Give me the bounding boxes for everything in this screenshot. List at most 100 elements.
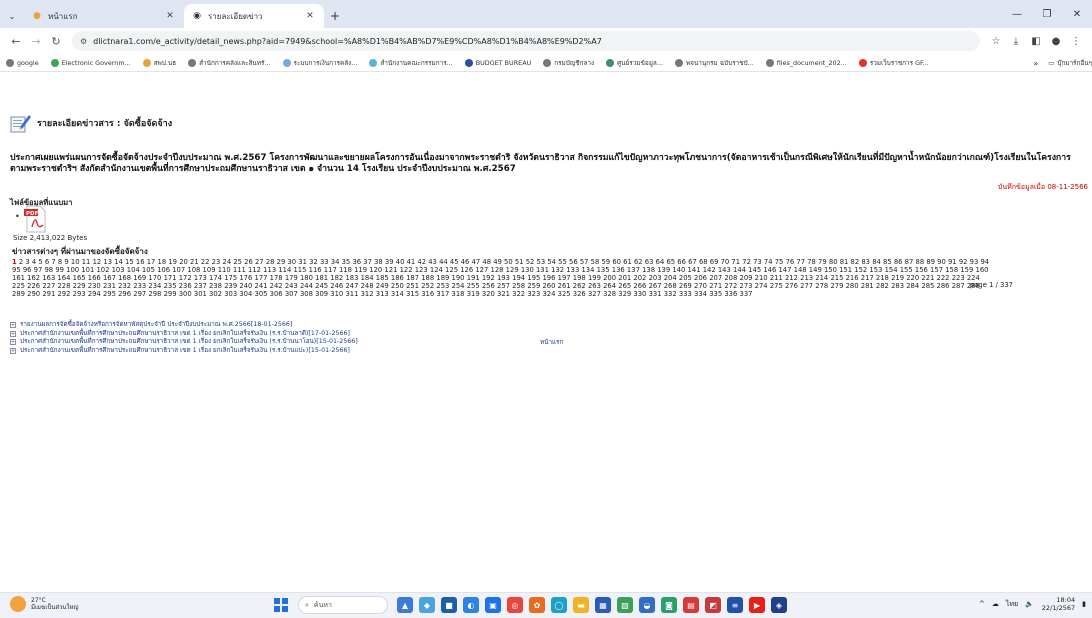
page-link[interactable]: 141 [688,266,701,274]
edge-icon[interactable]: ◯ [551,597,567,613]
page-link[interactable]: 128 [491,266,504,274]
site-info-icon[interactable]: ⚙ [80,37,87,46]
page-link[interactable]: 225 [12,282,25,290]
page-link[interactable]: 214 [815,274,828,282]
page-link[interactable]: 256 [482,282,495,290]
page-link[interactable]: 318 [452,290,465,298]
page-link[interactable]: 9 [64,258,68,266]
page-link[interactable]: 274 [755,282,768,290]
page-link[interactable]: 286 [937,282,950,290]
download-icon[interactable]: ⤓ [1006,31,1026,51]
page-link[interactable]: 160 [976,266,989,274]
page-link[interactable]: 132 [551,266,564,274]
bookmark-item[interactable]: รวมเว็บราชการ GF... [858,58,929,68]
page-link[interactable]: 266 [633,282,646,290]
page-link[interactable]: 249 [376,282,389,290]
page-link[interactable]: 335 [709,290,722,298]
list-item[interactable]: + ประกาศสำนักงานเขตพื้นที่การศึกษาประถมศึ… [10,330,358,339]
page-link[interactable]: 321 [497,290,510,298]
page-link[interactable]: 97 [34,266,43,274]
page-link[interactable]: 247 [345,282,358,290]
page-link[interactable]: 65 [666,258,675,266]
page-link[interactable]: 281 [861,282,874,290]
page-link[interactable]: 13 [103,258,112,266]
app-icon[interactable]: ✿ [529,597,545,613]
page-link[interactable]: 322 [512,290,525,298]
app-icon[interactable]: ▧ [617,597,633,613]
weather-widget[interactable]: 27°C มีเมฆเป็นส่วนใหญ่ [10,596,79,612]
page-link[interactable]: 100 [66,266,79,274]
bookmark-item[interactable]: files_document_202... [765,58,847,67]
bookmark-item[interactable]: สพป.นธ [142,58,176,68]
page-link[interactable]: 280 [846,282,859,290]
page-link[interactable]: 291 [42,290,55,298]
page-link[interactable]: 289 [12,290,25,298]
volume-icon[interactable]: 🔈 [1025,600,1034,608]
page-link[interactable]: 315 [406,290,419,298]
page-link[interactable]: 200 [603,274,616,282]
page-link[interactable]: 80 [829,258,838,266]
page-link[interactable]: 151 [839,266,852,274]
bookmark-item[interactable]: Electronic Governm... [50,58,131,67]
page-link[interactable]: 123 [415,266,428,274]
bookmark-item[interactable]: พจนานุกรม ฉบับราชบั... [674,58,754,68]
page-link[interactable]: 328 [603,290,616,298]
page-link[interactable]: 98 [44,266,53,274]
page-link[interactable]: 337 [740,290,753,298]
page-link[interactable]: 86 [894,258,903,266]
bookmark-item[interactable]: BUDGET BUREAU [464,58,531,67]
page-link[interactable]: 23 [212,258,221,266]
page-link[interactable]: 243 [285,282,298,290]
page-link[interactable]: 122 [400,266,413,274]
page-link[interactable]: 87 [905,258,914,266]
page-link[interactable]: 187 [406,274,419,282]
page-link[interactable]: 50 [504,258,513,266]
page-link[interactable]: 176 [239,274,252,282]
page-link[interactable]: 307 [285,290,298,298]
page-link[interactable]: 296 [118,290,131,298]
page-link[interactable]: 21 [190,258,199,266]
page-link[interactable]: 31 [298,258,307,266]
page-link[interactable]: 182 [330,274,343,282]
page-link[interactable]: 272 [724,282,737,290]
page-link[interactable]: 53 [537,258,546,266]
page-link[interactable]: 67 [688,258,697,266]
page-link[interactable]: 298 [148,290,161,298]
page-link[interactable]: 325 [558,290,571,298]
page-link[interactable]: 263 [588,282,601,290]
file-explorer-icon[interactable]: ■ [441,597,457,613]
page-link[interactable]: 283 [891,282,904,290]
page-link[interactable]: 106 [157,266,170,274]
reload-icon[interactable]: ↻ [46,31,66,51]
page-link[interactable]: 99 [55,266,64,274]
page-link[interactable]: 76 [786,258,795,266]
page-link[interactable]: 155 [900,266,913,274]
page-link[interactable]: 28 [266,258,275,266]
page-link[interactable]: 88 [916,258,925,266]
taskbar-search[interactable]: ⌕ ค้นหา [298,596,388,614]
page-link[interactable]: 265 [618,282,631,290]
page-link[interactable]: 152 [854,266,867,274]
tab-search-button[interactable]: ⌄ [0,4,24,28]
page-link[interactable]: 332 [664,290,677,298]
page-link[interactable]: 83 [861,258,870,266]
page-link[interactable]: 150 [824,266,837,274]
page-link[interactable]: 73 [753,258,762,266]
page-link[interactable]: 17 [147,258,156,266]
page-link[interactable]: 79 [818,258,827,266]
page-link[interactable]: 47 [472,258,481,266]
page-link[interactable]: 333 [679,290,692,298]
page-link[interactable]: 299 [164,290,177,298]
page-link[interactable]: 19 [168,258,177,266]
page-link[interactable]: 153 [869,266,882,274]
page-link[interactable]: 302 [209,290,222,298]
page-link[interactable]: 311 [345,290,358,298]
page-link[interactable]: 248 [361,282,374,290]
chat-icon[interactable]: ◆ [419,597,435,613]
page-link[interactable]: 135 [597,266,610,274]
page-link[interactable]: 39 [385,258,394,266]
page-link[interactable]: 206 [694,274,707,282]
page-link[interactable]: 89 [926,258,935,266]
page-link[interactable]: 78 [807,258,816,266]
page-link[interactable]: 55 [558,258,567,266]
